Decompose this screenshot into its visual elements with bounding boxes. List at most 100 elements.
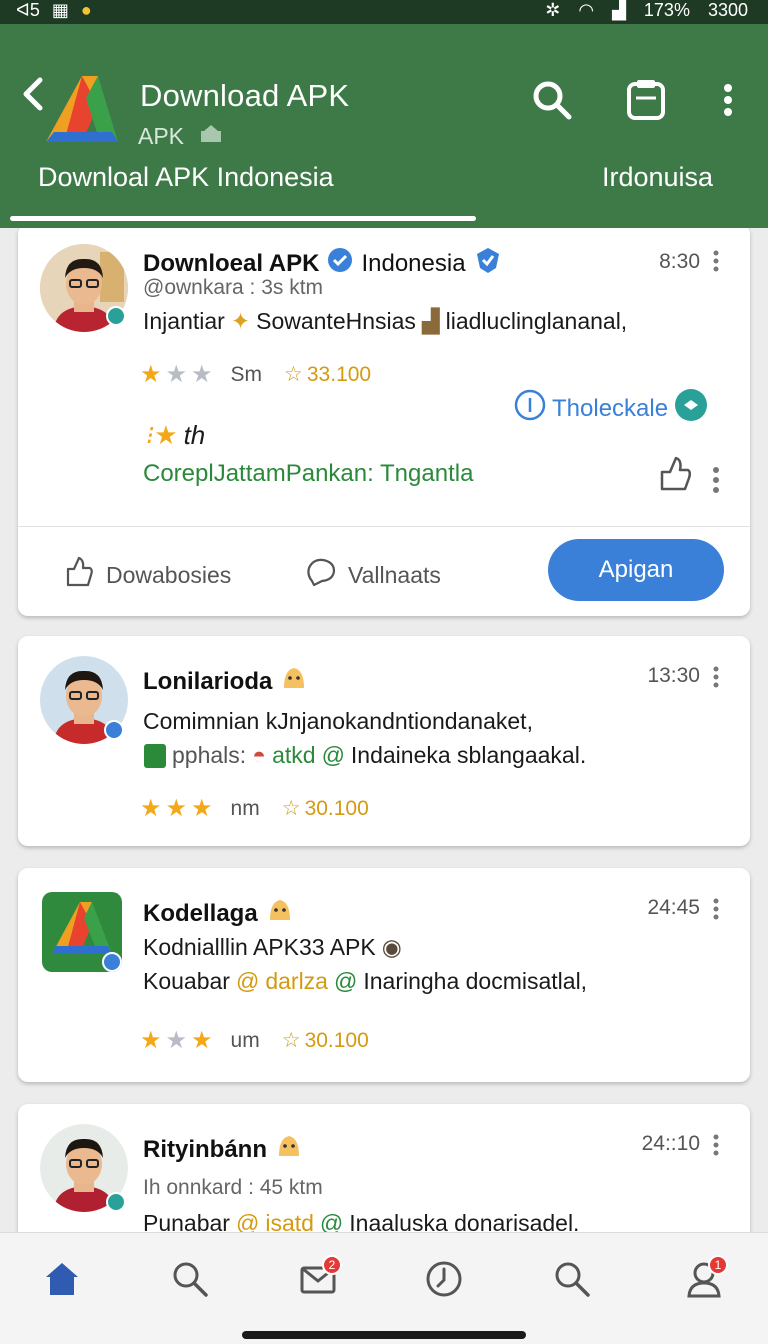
apigan-button[interactable]: Apigan — [548, 539, 724, 601]
post-actions: Dowabosies Vallnaats Apigan — [18, 526, 750, 612]
post-more-icon[interactable] — [712, 1134, 720, 1156]
tab-irdonuisa[interactable]: Irdonuisa — [602, 162, 713, 193]
star-icon: ★ — [140, 1027, 162, 1054]
post-author[interactable]: Kodellaga — [143, 896, 294, 931]
post-text-segment: Inaaluska donarisadel. — [349, 1210, 580, 1232]
post-mention[interactable]: darlza — [265, 968, 328, 995]
nav-explore[interactable] — [544, 1253, 600, 1309]
post-card[interactable]: Rityinbánn 24::10 Ih onnkard : 45 ktm Pu… — [18, 1104, 750, 1232]
post-more-icon[interactable] — [712, 898, 720, 920]
search-icon — [170, 1259, 210, 1304]
at-icon: @ — [319, 1210, 344, 1232]
emoji-face-icon — [275, 1132, 303, 1167]
at-icon: @ — [235, 1210, 260, 1232]
post-green-text[interactable]: CoreplJattamPankan: Tngantla — [143, 460, 473, 488]
post-author[interactable]: Lonilarioda — [143, 664, 308, 699]
rating-row: ★ ★ ★ Sm ☆ 33.100 — [140, 360, 371, 389]
nav-mail[interactable]: 2 — [290, 1253, 346, 1309]
star-icon: ★ — [165, 1027, 188, 1054]
store-icon — [198, 122, 224, 150]
status-bar: ᐊ5 ▦ ● ✲ ◠ ▟ 173% 3300 — [0, 0, 768, 24]
nav-history[interactable] — [416, 1253, 472, 1309]
author-name-part2: Indonesia — [361, 249, 466, 277]
search-icon — [552, 1259, 592, 1304]
post-text-segment: pphals: — [172, 742, 247, 768]
post-mention[interactable]: atkd — [272, 742, 315, 769]
teal-badge-icon — [674, 388, 708, 429]
post-text: Punabar @ isatd @ Inaaluska donarisadel. — [143, 1210, 579, 1232]
post-card[interactable]: Lonilarioda 13:30 Comimnian kJnjanokandn… — [18, 636, 750, 846]
post-text-segment: liadluclinglananal, — [445, 308, 628, 334]
post-more-icon[interactable] — [712, 250, 720, 272]
emoji-icon: ● — [80, 0, 92, 20]
post-text-segment: Punabar — [143, 1210, 230, 1232]
post-mention[interactable]: isatd — [265, 1210, 314, 1232]
verified-badge-icon — [106, 1192, 126, 1212]
at-icon: @ — [235, 968, 260, 994]
green-square-icon — [144, 743, 166, 768]
bottom-nav: 2 1 — [0, 1232, 768, 1344]
sparkle-icon: ✦ — [230, 308, 251, 334]
emoji-line: ⁝★ th — [146, 420, 205, 451]
clock-icon — [424, 1259, 464, 1304]
rating-score: 30.100 — [304, 1028, 369, 1052]
post-time: 24:45 — [647, 896, 700, 919]
post-more-icon[interactable] — [712, 666, 720, 688]
post-text-line2: Kouabar @ darlza @ Inaringha docmisatlal… — [143, 968, 587, 995]
post-author[interactable]: Rityinbánn — [143, 1132, 303, 1167]
post-time: 24::10 — [641, 1132, 700, 1155]
info-circle-icon — [514, 389, 546, 428]
post-card[interactable]: Kodellaga 24:45 Kodnialllin APK33 APK ◉ … — [18, 868, 750, 1082]
tab-indonesia-apk[interactable]: Downloal APK Indonesia — [38, 162, 334, 193]
thumbs-up-icon[interactable] — [654, 454, 694, 499]
home-indicator[interactable] — [242, 1331, 526, 1339]
verified-badge-icon — [102, 952, 122, 972]
star-icon: ★ — [165, 795, 188, 822]
star-icon: ★ — [165, 361, 188, 388]
thumbs-up-outline-icon — [62, 555, 96, 595]
post-text-segment: SowanteHnsias — [256, 308, 416, 334]
more-vert-icon[interactable] — [704, 76, 752, 124]
profile-badge: 1 — [708, 1255, 728, 1275]
rating-score: 30.100 — [304, 796, 369, 820]
nav-search[interactable] — [162, 1253, 218, 1309]
star-icon: ★ — [140, 795, 162, 822]
feed[interactable]: Downloeal APK Indonesia 8:30 @ownkara : … — [0, 228, 768, 1232]
building-icon: ▟ — [421, 308, 440, 334]
post-time: 8:30 — [659, 250, 700, 273]
post-text-segment: Kodnialllin APK33 APK — [143, 934, 376, 960]
app-bar: Download APK APK Downloal APK Indonesia … — [0, 24, 768, 228]
status-left-text: ᐊ5 — [16, 0, 40, 20]
search-icon[interactable] — [528, 76, 576, 124]
nav-home[interactable] — [34, 1253, 90, 1309]
mask-icon: ◓ — [252, 742, 267, 768]
tholeckale-link[interactable]: Tholeckale — [514, 388, 708, 429]
verified-badge-icon — [104, 720, 124, 740]
nav-profile[interactable]: 1 — [676, 1253, 732, 1309]
wifi-icon: ◠ — [578, 0, 595, 20]
star-outline-icon: ☆ — [284, 363, 303, 386]
action-link-label: Tholeckale — [552, 394, 669, 422]
battery-text: 173% — [643, 0, 690, 20]
tab-indicator — [10, 216, 476, 221]
clipboard-icon[interactable] — [622, 76, 670, 124]
post-card[interactable]: Downloeal APK Indonesia 8:30 @ownkara : … — [18, 228, 750, 616]
rating-row: ★ ★ ★ um ☆ 30.100 — [140, 1026, 369, 1055]
rating-score: 33.100 — [306, 362, 372, 386]
post-text: Kodnialllin APK33 APK ◉ — [143, 934, 402, 961]
app-logo-icon — [42, 72, 122, 148]
star-emoji-icon: ⁝★ — [146, 420, 178, 450]
like-button[interactable]: Dowabosies — [62, 555, 231, 595]
sync-icon: ✲ — [545, 0, 561, 20]
at-icon: @ — [333, 968, 358, 994]
coin-icon: ◉ — [381, 934, 402, 960]
signal-icon: ▟ — [612, 0, 626, 20]
app-subtitle: APK — [138, 122, 185, 149]
star-outline-icon: ☆ — [281, 797, 301, 820]
post-text: Comimnian kJnjanokandntiondanaket, — [143, 708, 533, 734]
emoji-face-icon — [266, 896, 294, 931]
rating-word: um — [230, 1028, 260, 1052]
mail-badge: 2 — [322, 1255, 342, 1275]
post-more-icon[interactable] — [712, 466, 720, 493]
comment-button[interactable]: Vallnaats — [304, 555, 441, 595]
